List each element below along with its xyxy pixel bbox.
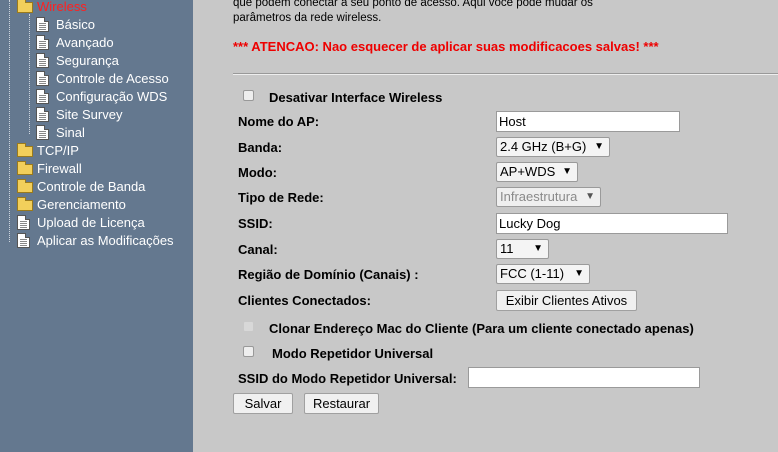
clone-mac-checkbox [243, 321, 254, 332]
sidebar-item-label: Site Survey [56, 106, 123, 122]
sidebar-item-label: Sinal [56, 124, 85, 140]
sidebar-item-basico[interactable]: Básico [36, 15, 95, 33]
channel-select-value: 11 [500, 241, 514, 256]
band-select[interactable]: 2.4 GHz (B+G) ▼ [496, 137, 610, 157]
document-icon [36, 16, 49, 32]
tree-connector [9, 0, 10, 242]
sidebar-item-firewall[interactable]: Firewall [17, 159, 82, 177]
sidebar-item-site-survey[interactable]: Site Survey [36, 105, 122, 123]
network-type-select: Infraestrutura ▼ [496, 187, 601, 207]
network-type-select-value: Infraestrutura [500, 189, 578, 204]
sidebar-item-configuracao-wds[interactable]: Configuração WDS [36, 87, 167, 105]
folder-icon [17, 196, 33, 211]
chevron-down-icon: ▼ [574, 268, 584, 279]
document-icon [17, 214, 30, 230]
channel-select[interactable]: 11 ▼ [496, 239, 549, 259]
sidebar-item-controle-acesso[interactable]: Controle de Acesso [36, 69, 169, 87]
sidebar-item-label: Upload de Licença [37, 214, 145, 230]
intro-line: parâmetros da rede wireless. [233, 12, 382, 24]
sidebar-item-label: Avançado [56, 34, 114, 50]
divider [233, 73, 778, 75]
sidebar-item-sinal[interactable]: Sinal [36, 123, 85, 141]
save-button[interactable]: Salvar [233, 393, 293, 414]
clone-mac-label: Clonar Endereço Mac do Cliente (Para um … [269, 321, 694, 336]
network-type-label: Tipo de Rede: [238, 190, 324, 205]
document-icon [36, 106, 49, 122]
sidebar-item-avancado[interactable]: Avançado [36, 33, 114, 51]
mode-select[interactable]: AP+WDS ▼ [496, 162, 578, 182]
sidebar-item-aplicar-modificacoes[interactable]: Aplicar as Modificações [17, 231, 174, 249]
main-content: que podem conectar a seu ponto de acesso… [193, 0, 778, 452]
universal-repeater-checkbox[interactable] [243, 346, 254, 357]
chevron-down-icon: ▼ [562, 166, 572, 177]
tree-connector [29, 14, 30, 134]
sidebar-item-label: Configuração WDS [56, 88, 168, 104]
sidebar-item-tcpip[interactable]: TCP/IP [17, 141, 79, 159]
sidebar-item-wireless[interactable]: Wireless [17, 0, 87, 15]
document-icon [36, 34, 49, 50]
sidebar-item-label: Gerenciamento [37, 196, 126, 212]
folder-icon [17, 160, 33, 175]
show-active-clients-button[interactable]: Exibir Clientes Ativos [496, 290, 637, 311]
sidebar-item-label: Firewall [37, 160, 82, 176]
document-icon [17, 232, 30, 248]
sidebar-item-label: Aplicar as Modificações [37, 232, 174, 248]
sidebar-item-label: Controle de Acesso [56, 70, 169, 86]
chevron-down-icon: ▼ [585, 191, 595, 202]
folder-icon [17, 178, 33, 193]
folder-open-icon [17, 0, 33, 13]
repeater-ssid-label: SSID do Modo Repetidor Universal: [238, 371, 457, 386]
domain-select-value: FCC (1-11) [500, 266, 565, 281]
document-icon [36, 88, 49, 104]
channel-label: Canal: [238, 242, 278, 257]
sidebar-item-seguranca[interactable]: Segurança [36, 51, 119, 69]
ap-name-label: Nome do AP: [238, 114, 320, 129]
disable-wireless-checkbox[interactable] [243, 90, 254, 101]
domain-label: Região de Domínio (Canais) : [238, 267, 419, 282]
document-icon [36, 70, 49, 86]
folder-icon [17, 142, 33, 157]
sidebar-item-gerenciamento[interactable]: Gerenciamento [17, 195, 126, 213]
sidebar-item-upload-licenca[interactable]: Upload de Licença [17, 213, 145, 231]
document-icon [36, 124, 49, 140]
sidebar-item-label: Segurança [56, 52, 119, 68]
reset-button[interactable]: Restaurar [304, 393, 379, 414]
ssid-input[interactable]: Lucky Dog [496, 213, 728, 234]
sidebar-item-label: Controle de Banda [37, 178, 146, 194]
sidebar-item-label: Wireless [37, 0, 87, 14]
domain-select[interactable]: FCC (1-11) ▼ [496, 264, 590, 284]
universal-repeater-label: Modo Repetidor Universal [272, 346, 434, 361]
sidebar-item-controle-banda[interactable]: Controle de Banda [17, 177, 145, 195]
sidebar-item-label: Básico [56, 16, 96, 32]
chevron-down-icon: ▼ [594, 141, 604, 152]
disable-wireless-label: Desativar Interface Wireless [269, 90, 443, 105]
sidebar: Wireless Básico Avançado Segurança Contr… [0, 0, 193, 452]
ssid-label: SSID: [238, 216, 273, 231]
chevron-down-icon: ▼ [533, 243, 543, 254]
ap-name-input[interactable]: Host [496, 111, 680, 132]
intro-line: que podem conectar a seu ponto de acesso… [233, 0, 593, 9]
clients-label: Clientes Conectados: [238, 293, 371, 308]
band-select-value: 2.4 GHz (B+G) [500, 139, 587, 154]
document-icon [36, 52, 49, 68]
band-label: Banda: [238, 140, 283, 155]
mode-select-value: AP+WDS [500, 164, 556, 179]
sidebar-item-label: TCP/IP [37, 142, 79, 158]
intro-text: que podem conectar a seu ponto de acesso… [233, 0, 753, 26]
warning-message: *** ATENCAO: Nao esquecer de aplicar sua… [233, 39, 659, 54]
mode-label: Modo: [238, 165, 277, 180]
repeater-ssid-input[interactable] [468, 367, 700, 388]
